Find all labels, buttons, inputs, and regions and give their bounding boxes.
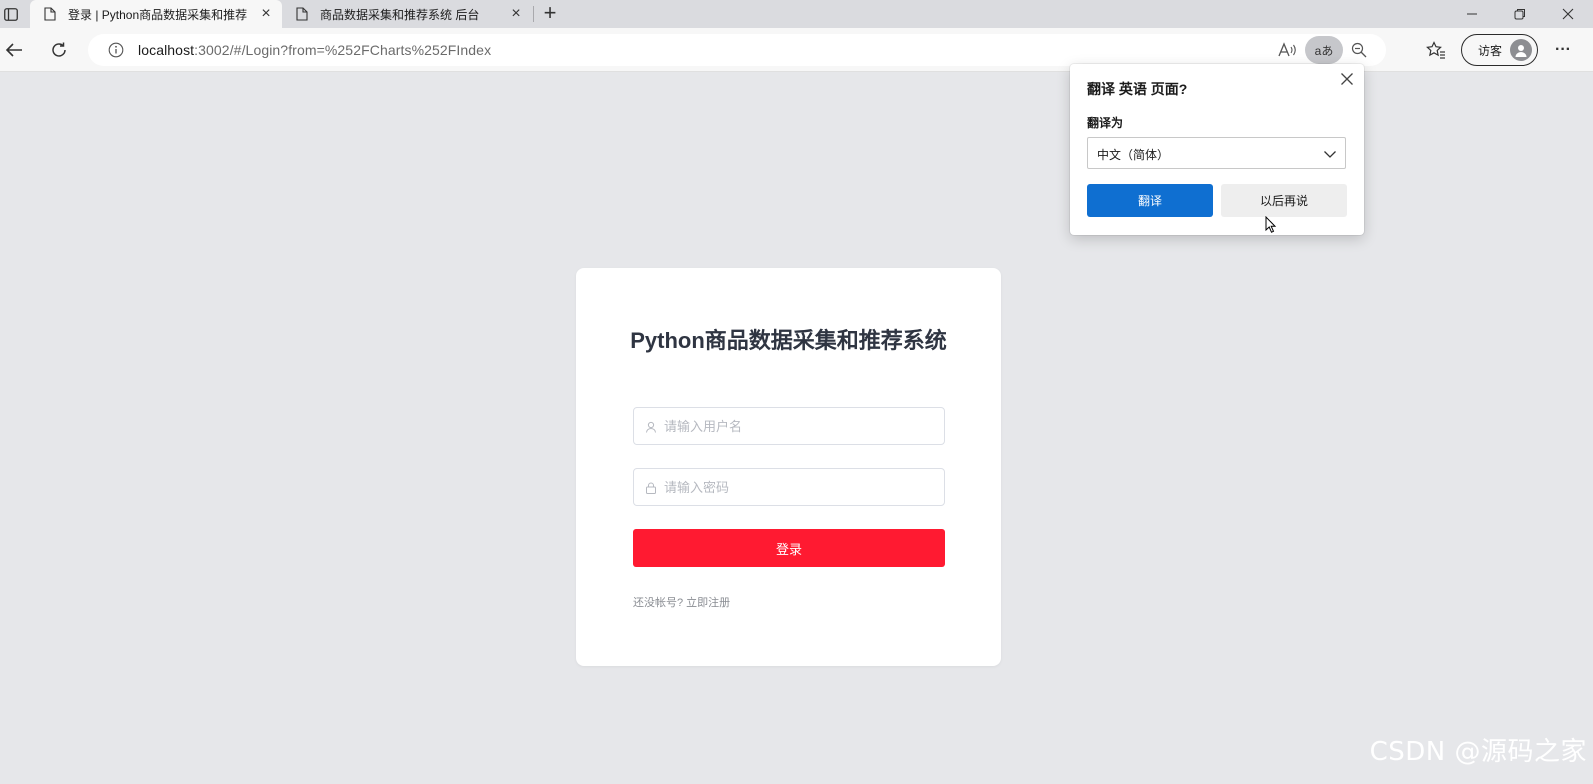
sidebar-toggle-icon[interactable]: [2, 6, 20, 22]
back-icon[interactable]: [2, 38, 26, 62]
translate-popup-title: 翻译 英语 页面?: [1087, 81, 1188, 97]
address-bar[interactable]: localhost:3002/#/Login?from=%252FCharts%…: [88, 34, 1386, 66]
register-link[interactable]: 还没帐号? 立即注册: [633, 594, 730, 610]
url-text[interactable]: localhost:3002/#/Login?from=%252FCharts%…: [138, 42, 491, 58]
mouse-cursor-icon: [1265, 216, 1277, 233]
translate-popup: 翻译 英语 页面? 翻译为 中文（简体） 翻译 以后再说: [1070, 64, 1364, 235]
username-field[interactable]: [633, 407, 945, 445]
user-icon: [644, 420, 658, 434]
zoom-icon[interactable]: [1348, 39, 1370, 61]
reload-icon[interactable]: [47, 38, 71, 62]
profile-label: 访客: [1478, 43, 1503, 58]
avatar-icon: [1510, 39, 1532, 61]
password-field[interactable]: [633, 468, 945, 506]
close-tab-icon[interactable]: ×: [258, 6, 274, 22]
translate-target-label: 翻译为: [1087, 116, 1124, 130]
password-input[interactable]: [664, 469, 934, 505]
tab-title: 商品数据采集和推荐系统 后台: [320, 7, 480, 22]
tab-strip: 登录 | Python商品数据采集和推荐 × 商品数据采集和推荐系统 后台 × …: [0, 0, 1593, 28]
login-button[interactable]: 登录: [633, 529, 945, 567]
translate-button[interactable]: 翻译: [1087, 184, 1213, 217]
tab-divider: [533, 6, 534, 22]
login-card: Python商品数据采集和推荐系统 登录 还没帐号? 立即注册: [576, 268, 1001, 666]
site-info-icon[interactable]: [108, 42, 124, 58]
close-window-icon[interactable]: [1558, 4, 1578, 24]
tab-admin[interactable]: 商品数据采集和推荐系统 后台 ×: [282, 0, 532, 28]
more-icon[interactable]: ···: [1551, 38, 1575, 62]
close-icon[interactable]: [1338, 70, 1356, 88]
favorites-icon[interactable]: [1424, 38, 1448, 62]
read-aloud-icon[interactable]: [1276, 39, 1298, 61]
close-tab-icon[interactable]: ×: [508, 6, 524, 22]
language-select[interactable]: 中文（简体）: [1087, 137, 1346, 169]
page-icon: [296, 7, 308, 21]
translate-icon[interactable]: aあ: [1305, 36, 1343, 64]
not-now-button[interactable]: 以后再说: [1221, 184, 1347, 217]
new-tab-icon[interactable]: +: [540, 2, 560, 24]
chevron-down-icon: [1324, 151, 1336, 158]
profile-button[interactable]: 访客: [1461, 34, 1538, 66]
tab-title: 登录 | Python商品数据采集和推荐: [68, 7, 248, 22]
page-title: Python商品数据采集和推荐系统: [630, 328, 947, 353]
tab-login[interactable]: 登录 | Python商品数据采集和推荐 ×: [30, 0, 282, 28]
username-input[interactable]: [664, 408, 934, 444]
page-icon: [44, 7, 56, 21]
minimize-icon[interactable]: [1462, 4, 1482, 24]
lock-icon: [644, 481, 658, 495]
watermark: CSDN @源码之家: [1369, 737, 1587, 767]
selected-language: 中文（简体）: [1097, 148, 1170, 162]
restore-icon[interactable]: [1510, 4, 1530, 24]
